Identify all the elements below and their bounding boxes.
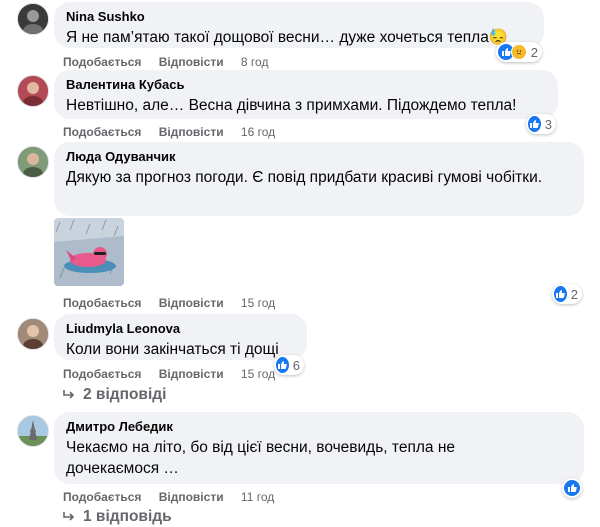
reaction-summary[interactable]: 3: [526, 114, 556, 134]
comment-bubble: Дмитро Лебедик Чекаємо на літо, бо від ц…: [54, 412, 584, 484]
comment-actions: Подобається Відповісти 11 год: [63, 490, 288, 504]
reply-arrow-icon: [63, 390, 75, 399]
reaction-count: 2: [570, 286, 578, 302]
replies-count-label: 1 відповідь: [83, 508, 172, 525]
reaction-summary[interactable]: 2: [552, 284, 582, 304]
comment-author[interactable]: Люда Одуванчик: [66, 148, 572, 165]
comment-actions: Подобається Відповісти 8 год: [63, 55, 282, 69]
like-button[interactable]: Подобається: [63, 125, 141, 139]
view-replies-button[interactable]: 1 відповідь: [63, 508, 172, 526]
timestamp[interactable]: 15 год: [241, 367, 275, 381]
reaction-count: 6: [292, 357, 300, 373]
reaction-count: 2: [530, 44, 538, 60]
comment-author[interactable]: Nina Sushko: [66, 8, 532, 25]
view-replies-button[interactable]: 2 відповіді: [63, 386, 166, 404]
avatar[interactable]: [17, 146, 49, 178]
like-button[interactable]: Подобається: [63, 367, 141, 381]
rain-sticker-image[interactable]: [54, 218, 124, 286]
comment-author[interactable]: Liudmyla Leonova: [66, 320, 295, 337]
timestamp[interactable]: 8 год: [241, 55, 269, 69]
replies-count-label: 2 відповіді: [83, 386, 167, 403]
like-icon: [564, 480, 580, 496]
comment-text: Коли вони закінчаться ті дощі: [66, 341, 279, 358]
avatar[interactable]: [17, 3, 49, 35]
comment-actions: Подобається Відповісти 16 год: [63, 125, 289, 139]
comment-bubble: Liudmyla Leonova Коли вони закінчаться т…: [54, 314, 307, 360]
reply-button[interactable]: Відповісти: [159, 367, 224, 381]
reply-button[interactable]: Відповісти: [159, 490, 224, 504]
like-button[interactable]: Подобається: [63, 296, 141, 310]
like-icon: [554, 286, 567, 302]
care-icon: [510, 44, 527, 60]
avatar[interactable]: [17, 75, 49, 107]
timestamp[interactable]: 11 год: [241, 490, 274, 504]
avatar[interactable]: [17, 415, 49, 447]
comment-text: Я не пам’ятаю такої дощової весни… дуже …: [66, 29, 509, 46]
reply-button[interactable]: Відповісти: [159, 125, 224, 139]
reply-button[interactable]: Відповісти: [159, 55, 224, 69]
timestamp[interactable]: 15 год: [241, 296, 275, 310]
comment-author[interactable]: Дмитро Лебедик: [66, 418, 572, 435]
like-button[interactable]: Подобається: [63, 490, 141, 504]
comment-actions: Подобається Відповісти 15 год: [63, 367, 289, 381]
like-icon: [528, 116, 541, 132]
comment-text: Дякую за прогноз погоди. Є повід придбат…: [66, 169, 543, 186]
reaction-count: 3: [544, 116, 552, 132]
reaction-summary[interactable]: [562, 478, 582, 498]
comment-bubble: Валентина Кубась Невтішно, але… Весна ді…: [54, 70, 558, 119]
timestamp[interactable]: 16 год: [241, 125, 275, 139]
comment-bubble: Nina Sushko Я не пам’ятаю такої дощової …: [54, 2, 544, 48]
comment-actions: Подобається Відповісти 15 год: [63, 296, 289, 310]
reaction-summary[interactable]: 2: [496, 42, 542, 62]
reply-button[interactable]: Відповісти: [159, 296, 224, 310]
like-button[interactable]: Подобається: [63, 55, 141, 69]
comment-text: Чекаємо на літо, бо від цієї весни, воче…: [66, 439, 456, 477]
comment-text: Невтішно, але… Весна дівчина з примхами.…: [66, 97, 517, 114]
avatar[interactable]: [17, 318, 49, 350]
comment-author[interactable]: Валентина Кубась: [66, 76, 546, 93]
reply-arrow-icon: [63, 512, 75, 521]
comment-bubble: Люда Одуванчик Дякую за прогноз погоди. …: [54, 142, 584, 216]
